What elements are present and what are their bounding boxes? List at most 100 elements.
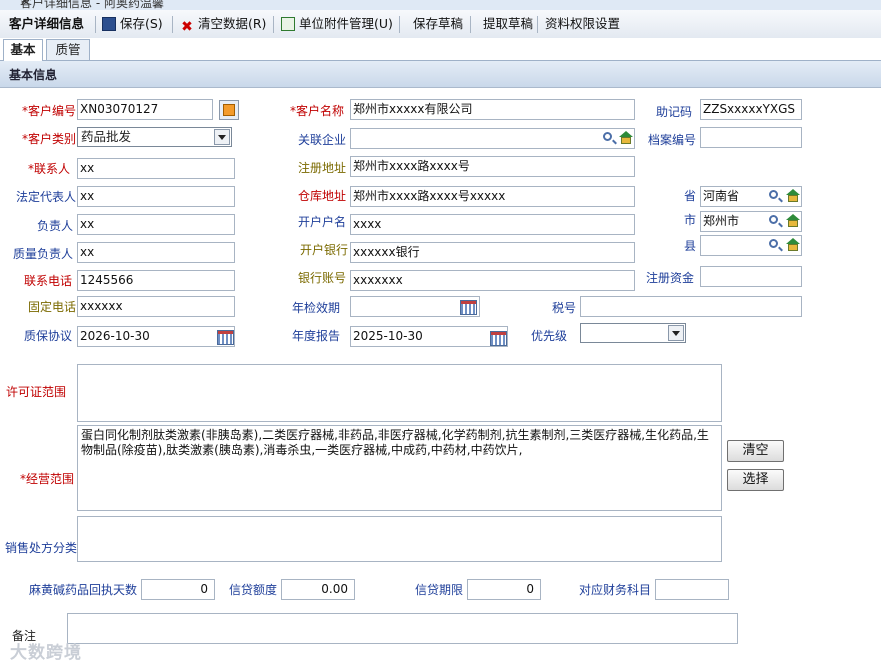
clear-button[interactable]: 清空 [727, 440, 784, 462]
account-subject-field[interactable] [655, 579, 729, 600]
toolbar-separator [273, 16, 274, 33]
license-scope-label: 许可证范围 [6, 385, 67, 399]
contact-field[interactable]: xx [77, 158, 235, 179]
save-button[interactable]: 保存(S) [102, 10, 163, 38]
annual-check-date-label: 年检效期 [292, 301, 341, 315]
warehouse-address-label: 仓库地址 [298, 189, 347, 203]
customer-name-field[interactable]: 郑州市xxxxx有限公司 [350, 99, 635, 120]
related-company-label: 关联企业 [298, 133, 347, 147]
ephedrine-receipt-days-field[interactable]: 0 [141, 579, 215, 600]
toolbar-separator [95, 16, 96, 33]
floppy-disk-icon [102, 17, 116, 31]
archive-number-field[interactable] [700, 127, 802, 148]
mnemonic-label: 助记码 [656, 105, 693, 119]
attachment-management-button[interactable]: 单位附件管理(U) [281, 10, 393, 38]
credit-limit-label: 信贷额度 [229, 583, 278, 597]
home-lookup-icon[interactable] [619, 131, 633, 144]
attachment-list-icon [281, 17, 295, 31]
window-title-bar: 客户详细信息 - 阿奥药温馨 ✕ [0, 0, 881, 10]
tab-quality[interactable]: 质管 [46, 39, 90, 60]
home-lookup-icon[interactable] [786, 189, 800, 202]
credit-period-label: 信贷期限 [415, 583, 464, 597]
attachment-label: 单位附件管理(U) [299, 16, 393, 31]
fixed-phone-label: 固定电话 [28, 300, 77, 314]
clear-x-icon: ✖ [181, 19, 193, 35]
home-lookup-icon[interactable] [786, 214, 800, 227]
account-subject-label: 对应财务科目 [579, 583, 652, 597]
clear-data-button[interactable]: ✖ 清空数据(R) [180, 10, 266, 38]
remark-textarea[interactable] [67, 613, 738, 644]
customer-code-label: *客户编号 [22, 104, 77, 118]
annual-report-date-field[interactable]: 2025-10-30 [350, 326, 508, 347]
close-icon[interactable]: ✕ [20, 0, 867, 8]
annual-report-label: 年度报告 [292, 329, 341, 343]
generate-code-button[interactable] [219, 100, 239, 120]
customer-code-field[interactable]: XN03070127 [77, 99, 213, 120]
customer-category-label: *客户类别 [22, 132, 77, 146]
credit-limit-field[interactable]: 0.00 [281, 579, 355, 600]
license-scope-textarea[interactable] [77, 364, 722, 422]
select-button[interactable]: 选择 [727, 469, 784, 491]
registered-address-field[interactable]: 郑州市xxxx路xxxx号 [350, 156, 635, 177]
province-label: 省 [684, 189, 697, 203]
city-label: 市 [684, 213, 697, 227]
manager-field[interactable]: xx [77, 214, 235, 235]
account-name-label: 开户户名 [298, 215, 347, 229]
fixed-phone-field[interactable]: xxxxxx [77, 296, 235, 317]
quality-manager-label: 质量负责人 [13, 247, 74, 261]
tax-number-label: 税号 [552, 301, 577, 315]
calendar-icon[interactable] [217, 330, 234, 345]
account-name-field[interactable]: xxxx [350, 214, 635, 235]
quality-agreement-label: 质保协议 [24, 329, 73, 343]
search-icon[interactable] [769, 190, 778, 199]
search-icon[interactable] [603, 132, 612, 141]
search-icon[interactable] [769, 215, 778, 224]
customer-name-label: *客户名称 [290, 104, 345, 118]
warehouse-address-field[interactable]: 郑州市xxxx路xxxx号xxxxx [350, 186, 635, 207]
registered-capital-field[interactable] [700, 266, 802, 287]
bank-field[interactable]: xxxxxx银行 [350, 242, 635, 263]
sales-rx-category-label: 销售处方分类 [5, 541, 78, 555]
legal-representative-label: 法定代表人 [16, 190, 77, 204]
business-scope-label: *经营范围 [20, 472, 75, 486]
clear-data-label: 清空数据(R) [198, 16, 267, 31]
save-draft-button[interactable]: 保存草稿 [413, 10, 463, 38]
mnemonic-field[interactable]: ZZSxxxxxYXGS [700, 99, 802, 120]
customer-category-select[interactable]: 药品批发 [77, 127, 232, 147]
save-label: 保存(S) [120, 16, 163, 31]
calendar-icon[interactable] [490, 331, 507, 346]
contact-phone-field[interactable]: 1245566 [77, 270, 235, 291]
bank-label: 开户银行 [300, 243, 349, 257]
bank-account-label: 银行账号 [298, 271, 347, 285]
archive-number-label: 档案编号 [648, 133, 697, 147]
toolbar-separator [172, 16, 173, 33]
search-icon[interactable] [769, 239, 778, 248]
county-label: 县 [684, 239, 697, 253]
calendar-icon[interactable] [460, 300, 477, 315]
contact-phone-label: 联系电话 [24, 274, 73, 288]
contact-label: *联系人 [28, 162, 71, 176]
bank-account-field[interactable]: xxxxxxx [350, 270, 635, 291]
tax-number-field[interactable] [580, 296, 802, 317]
home-lookup-icon[interactable] [786, 238, 800, 251]
load-draft-button[interactable]: 提取草稿 [483, 10, 533, 38]
generate-code-icon [223, 104, 235, 116]
business-scope-textarea[interactable]: 蛋白同化制剂肽类激素(非胰岛素),二类医疗器械,非药品,非医疗器械,化学药制剂,… [77, 425, 722, 511]
quality-agreement-date-field[interactable]: 2026-10-30 [77, 326, 235, 347]
toolbar: 客户详细信息 保存(S) ✖ 清空数据(R) 单位附件管理(U) 保存草稿 提取草… [0, 10, 881, 39]
manager-label: 负责人 [37, 219, 74, 233]
toolbar-separator [399, 16, 400, 33]
priority-label: 优先级 [531, 329, 568, 343]
watermark: 大数跨境 [10, 643, 82, 663]
credit-period-field[interactable]: 0 [467, 579, 541, 600]
chevron-down-icon[interactable] [668, 325, 684, 341]
sales-rx-category-textarea[interactable] [77, 516, 722, 562]
quality-manager-field[interactable]: xx [77, 242, 235, 263]
chevron-down-icon[interactable] [214, 129, 230, 145]
priority-select[interactable] [580, 323, 686, 343]
related-company-field[interactable] [350, 128, 635, 149]
registered-capital-label: 注册资金 [646, 271, 695, 285]
permission-settings-button[interactable]: 资料权限设置 [545, 10, 620, 38]
legal-representative-field[interactable]: xx [77, 186, 235, 207]
tab-basic[interactable]: 基本 [3, 39, 43, 61]
